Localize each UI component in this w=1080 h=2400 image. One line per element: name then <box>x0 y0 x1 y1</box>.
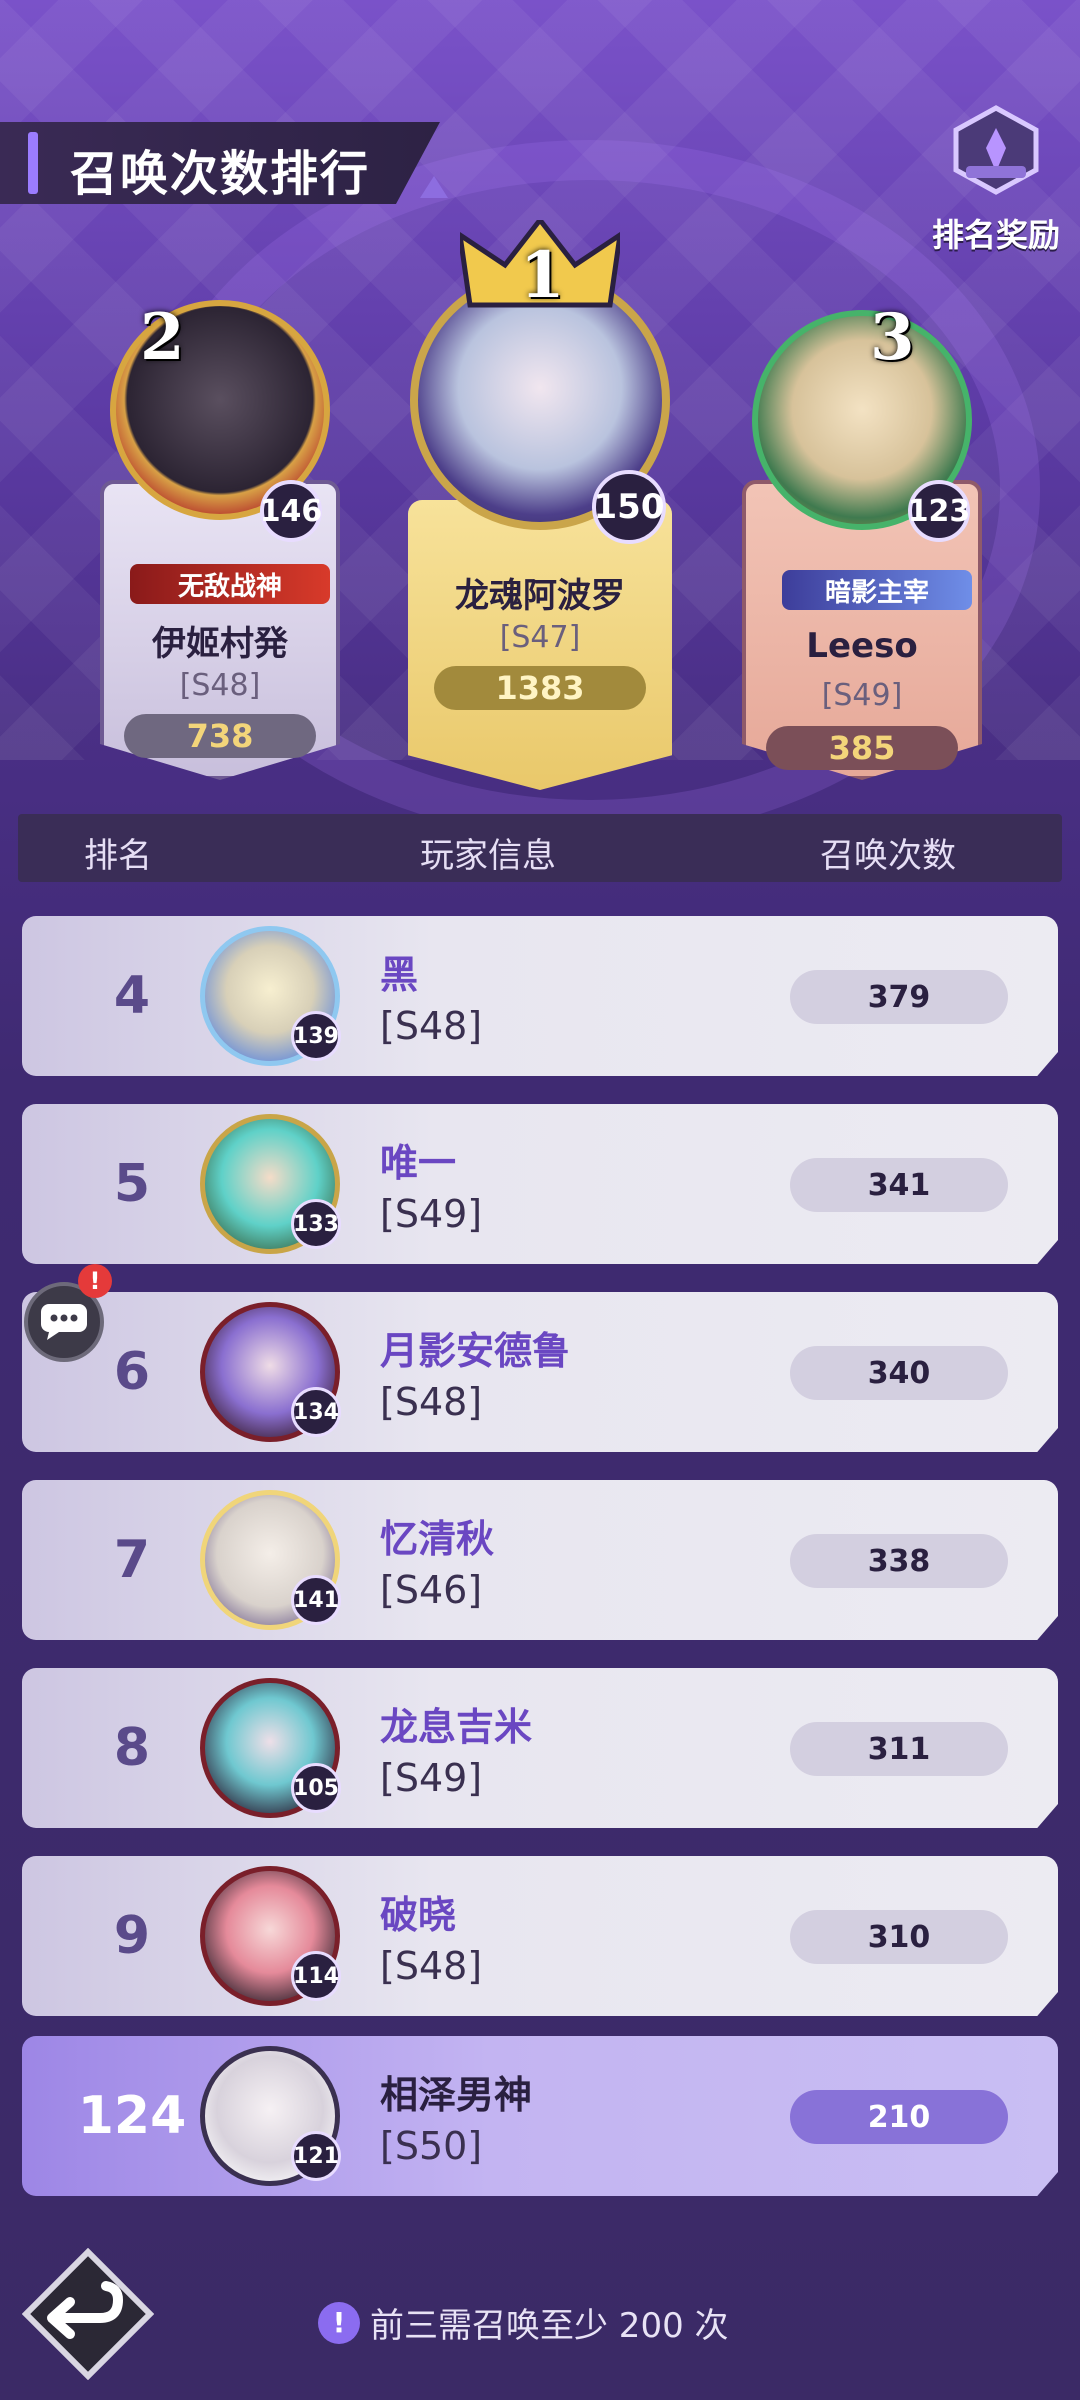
player-name: 龙魂阿波罗 <box>455 576 625 616</box>
header-rank: 排名 <box>84 836 152 876</box>
player-name: 破晓 <box>380 1893 457 1937</box>
row-rank: 8 <box>113 1718 151 1778</box>
row-rank: 5 <box>113 1154 151 1214</box>
player-avatar: 114 <box>200 1866 341 2006</box>
player-avatar: 134 <box>200 1302 341 1442</box>
player-name: 月影安德鲁 <box>380 1329 571 1373</box>
level-badge: 114 <box>291 1951 341 2001</box>
level-badge: 105 <box>291 1763 341 1813</box>
back-arrow-icon <box>21 2247 155 2381</box>
summon-count: 341 <box>790 1158 1008 1212</box>
level-badge: 121 <box>291 2131 341 2181</box>
player-server: [S48] <box>380 1944 483 1988</box>
back-button[interactable] <box>21 2247 155 2381</box>
summon-count: 385 <box>766 726 958 770</box>
level-badge: 141 <box>291 1575 341 1625</box>
summon-count: 738 <box>124 714 316 758</box>
level-badge: 139 <box>291 1011 341 1061</box>
title-accent <box>28 132 38 194</box>
table-row[interactable]: 7 141 忆清秋 [S46] 338 <box>22 1480 1058 1640</box>
summon-count: 338 <box>790 1534 1008 1588</box>
player-server: [S48] <box>179 668 261 703</box>
summon-count: 210 <box>790 2090 1008 2144</box>
title-badge: 暗影主宰 <box>782 570 972 610</box>
header-player-info: 玩家信息 <box>420 836 556 876</box>
player-server: [S49] <box>821 678 903 713</box>
player-server: [S48] <box>380 1004 483 1048</box>
player-name: 伊姬村発 <box>152 624 288 664</box>
podium-rank-2[interactable]: 2 146 无敌战神 伊姬村発 [S48] 738 <box>100 280 340 780</box>
footer-note: ! 前三需召唤至少 200 次 <box>318 2298 729 2347</box>
title-decoration <box>420 176 448 198</box>
player-server: [S49] <box>380 1756 483 1800</box>
rank-number: 1 <box>520 238 565 313</box>
player-avatar: 141 <box>200 1490 341 1630</box>
header-summon-count: 召唤次数 <box>820 836 956 876</box>
player-avatar: 121 <box>200 2046 341 2186</box>
player-server: [S46] <box>380 1568 483 1612</box>
row-rank: 9 <box>113 1906 151 1966</box>
level-badge: 134 <box>291 1387 341 1437</box>
player-server: [S50] <box>380 2124 483 2168</box>
table-row[interactable]: 9 114 破晓 [S48] 310 <box>22 1856 1058 2016</box>
player-avatar: 133 <box>200 1114 341 1254</box>
player-name: Leeso <box>806 626 918 666</box>
page-title: 召唤次数排行 <box>70 146 371 202</box>
summon-count: 1383 <box>434 666 646 710</box>
level-badge: 150 <box>592 470 666 544</box>
player-name: 忆清秋 <box>380 1517 495 1561</box>
player-name: 唯一 <box>380 1141 457 1185</box>
row-rank: 124 <box>77 2086 187 2146</box>
row-rank: 4 <box>113 966 151 1026</box>
table-row[interactable]: 5 133 唯一 [S49] 341 <box>22 1104 1058 1264</box>
table-row[interactable]: 6 134 月影安德鲁 [S48] 340 <box>22 1292 1058 1452</box>
level-badge: 133 <box>291 1199 341 1249</box>
podium-rank-3[interactable]: 3 123 暗影主宰 Leeso [S49] 385 <box>742 280 982 780</box>
player-name: 黑 <box>380 953 419 997</box>
table-row[interactable]: 4 139 黑 [S48] 379 <box>22 916 1058 1076</box>
footer-note-text: 前三需召唤至少 200 次 <box>370 2306 729 2346</box>
player-server: [S49] <box>380 1192 483 1236</box>
ranking-reward-button[interactable]: 排名奖励 <box>926 100 1066 260</box>
player-avatar: 105 <box>200 1678 341 1818</box>
player-name: 相泽男神 <box>380 2073 533 2117</box>
rank-number: 2 <box>140 300 185 375</box>
level-badge: 146 <box>260 480 322 542</box>
podium-rank-1[interactable]: 1 150 龙魂阿波罗 [S47] 1383 <box>408 220 672 790</box>
notification-badge: ! <box>78 1264 112 1298</box>
player-name: 龙息吉米 <box>380 1705 533 1749</box>
title-badge: 无敌战神 <box>130 564 330 604</box>
summon-count: 310 <box>790 1910 1008 1964</box>
table-header: 排名 玩家信息 召唤次数 <box>18 814 1062 882</box>
self-rank-row[interactable]: 124 121 相泽男神 [S50] 210 <box>22 2036 1058 2196</box>
player-server: [S47] <box>499 620 581 655</box>
player-avatar: 139 <box>200 926 341 1066</box>
trophy-icon <box>953 105 1039 195</box>
summon-count: 379 <box>790 970 1008 1024</box>
table-row[interactable]: 8 105 龙息吉米 [S49] 311 <box>22 1668 1058 1828</box>
info-icon: ! <box>318 2301 360 2344</box>
level-badge: 123 <box>908 480 970 542</box>
summon-count: 340 <box>790 1346 1008 1400</box>
row-rank: 7 <box>113 1530 151 1590</box>
player-server: [S48] <box>380 1380 483 1424</box>
summon-count: 311 <box>790 1722 1008 1776</box>
rank-number: 3 <box>870 300 915 375</box>
chat-bubble-icon <box>41 1304 87 1340</box>
ranking-reward-label: 排名奖励 <box>931 216 1060 254</box>
